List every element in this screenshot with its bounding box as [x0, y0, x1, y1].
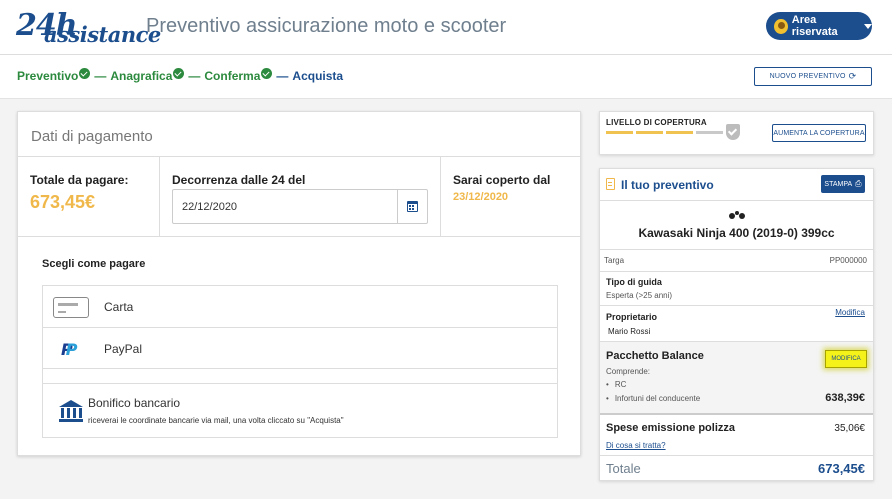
quote-total-label: Totale [606, 461, 641, 476]
coverage-bar [636, 131, 663, 134]
new-quote-button[interactable]: NUOVO PREVENTIVO ⟳ [754, 67, 872, 86]
step-separator: — [94, 69, 107, 83]
logo-word: assistance [44, 22, 161, 47]
total-amount: 673,45€ [30, 192, 96, 212]
new-quote-label: NUOVO PREVENTIVO [769, 73, 846, 80]
start-date-value: 22/12/2020 [182, 201, 238, 213]
plate-label: Targa [604, 256, 625, 265]
bank-label: Bonifico bancario [88, 396, 181, 410]
covered-column: Sarai coperto dal 23/12/2020 [441, 157, 580, 236]
header: 24h assistance Preventivo assicurazione … [0, 0, 892, 55]
motorcycle-icon [729, 209, 745, 219]
payment-title: Dati di pagamento [31, 128, 153, 145]
shield-check-icon [726, 124, 740, 140]
start-date-input[interactable]: 22/12/2020 [172, 189, 428, 224]
check-icon [261, 67, 273, 79]
print-icon: ⎙ [855, 179, 862, 188]
step-anagrafica[interactable]: Anagrafica [110, 69, 172, 83]
payment-method-paypal[interactable]: PP PayPal [43, 328, 557, 369]
owner-label: Proprietario [606, 312, 658, 322]
calendar-button[interactable] [397, 190, 427, 223]
coverage-bar [696, 131, 723, 134]
check-icon [79, 67, 91, 79]
package-price: 638,39€ [825, 392, 865, 404]
calendar-icon [407, 201, 418, 212]
choose-payment-label: Scegli come pagare [42, 258, 146, 270]
coverage-bar [666, 131, 693, 134]
quote-total-value: 673,45€ [818, 461, 865, 476]
quote-total-row: Totale 673,45€ [600, 455, 873, 481]
refresh-icon: ⟳ [848, 71, 857, 81]
drive-row: Tipo di guida Esperta (>25 anni) [600, 271, 873, 305]
print-button[interactable]: STAMPA ⎙ [821, 175, 865, 193]
coverage-bar [606, 131, 633, 134]
paypal-label: PayPal [104, 342, 143, 356]
user-area-label: Area riservata [791, 14, 838, 38]
fees-label: Spese emissione polizza [606, 422, 735, 434]
paypal-icon: PP [61, 340, 78, 359]
total-column: Totale da pagare: 673,45€ [18, 157, 160, 236]
fees-info-link[interactable]: Di cosa si tratta? [606, 441, 666, 450]
clipboard-icon [606, 178, 615, 190]
quote-title: Il tuo preventivo [621, 178, 714, 192]
coverage-level-bars [606, 131, 726, 134]
check-icon [173, 67, 185, 79]
step-conferma[interactable]: Conferma [204, 69, 260, 83]
payment-summary-row: Totale da pagare: 673,45€ Decorrenza dal… [18, 156, 580, 237]
payment-method-bank[interactable]: Bonifico bancario riceverai le coordinat… [43, 383, 557, 437]
drive-value: Esperta (>25 anni) [606, 291, 673, 300]
vehicle-name: Kawasaki Ninja 400 (2019-0) 399cc [638, 226, 835, 240]
step-separator: — [276, 69, 289, 83]
drive-label: Tipo di guida [606, 277, 662, 287]
include-item: RC [606, 380, 627, 389]
quote-card: Il tuo preventivo STAMPA ⎙ Kawasaki Ninj… [599, 168, 874, 481]
step-preventivo[interactable]: Preventivo [17, 69, 78, 83]
fees-value: 35,06€ [834, 423, 865, 434]
progress-steps: Preventivo — Anagrafica — Conferma — Acq… [17, 67, 344, 83]
quote-header: Il tuo preventivo STAMPA ⎙ [600, 169, 873, 201]
owner-edit-link[interactable]: Modifica [835, 308, 865, 317]
credit-card-icon [53, 297, 89, 318]
covered-label: Sarai coperto dal [453, 173, 551, 187]
total-label: Totale da pagare: [30, 173, 129, 187]
logo[interactable]: 24h assistance [16, 8, 161, 47]
user-area-button[interactable]: Area riservata [766, 12, 872, 40]
caret-down-icon [864, 23, 872, 29]
print-label: STAMPA [824, 180, 853, 188]
start-date-label: Decorrenza dalle 24 del [172, 173, 306, 187]
start-date-column: Decorrenza dalle 24 del 22/12/2020 [160, 157, 441, 236]
package-row: Pacchetto Balance MODIFICA Comprende: RC… [600, 341, 873, 413]
bank-icon [59, 400, 83, 422]
card-label: Carta [104, 300, 134, 314]
page-title: Preventivo assicurazione moto e scooter [146, 15, 507, 37]
coverage-card: LIVELLO DI COPERTURA AUMENTA LA COPERTUR… [599, 111, 874, 155]
package-edit-button[interactable]: MODIFICA [825, 350, 867, 368]
user-avatar-icon [774, 18, 788, 34]
owner-row: Proprietario Modifica Mario Rossi [600, 305, 873, 341]
payment-method-card[interactable]: Carta [43, 286, 557, 328]
fees-row: Spese emissione polizza 35,06€ Di cosa s… [600, 413, 873, 455]
increase-coverage-button[interactable]: AUMENTA LA COPERTURA [772, 124, 866, 142]
coverage-title: LIVELLO DI COPERTURA [606, 118, 707, 127]
owner-value: Mario Rossi [608, 327, 651, 336]
covered-date: 23/12/2020 [453, 191, 509, 203]
plate-value: PP000000 [829, 256, 867, 265]
step-separator: — [188, 69, 201, 83]
plate-row: Targa PP000000 [600, 249, 873, 271]
payment-card: Dati di pagamento Totale da pagare: 673,… [17, 111, 581, 456]
payment-methods: Carta PP PayPal Bonifico bancario riceve… [42, 285, 558, 438]
include-item: Infortuni del conducente [606, 394, 700, 403]
includes-label: Comprende: [606, 367, 651, 376]
step-acquista: Acquista [292, 69, 344, 83]
bank-note: riceverai le coordinate bancarie via mai… [88, 416, 344, 425]
package-label: Pacchetto Balance [606, 350, 704, 362]
